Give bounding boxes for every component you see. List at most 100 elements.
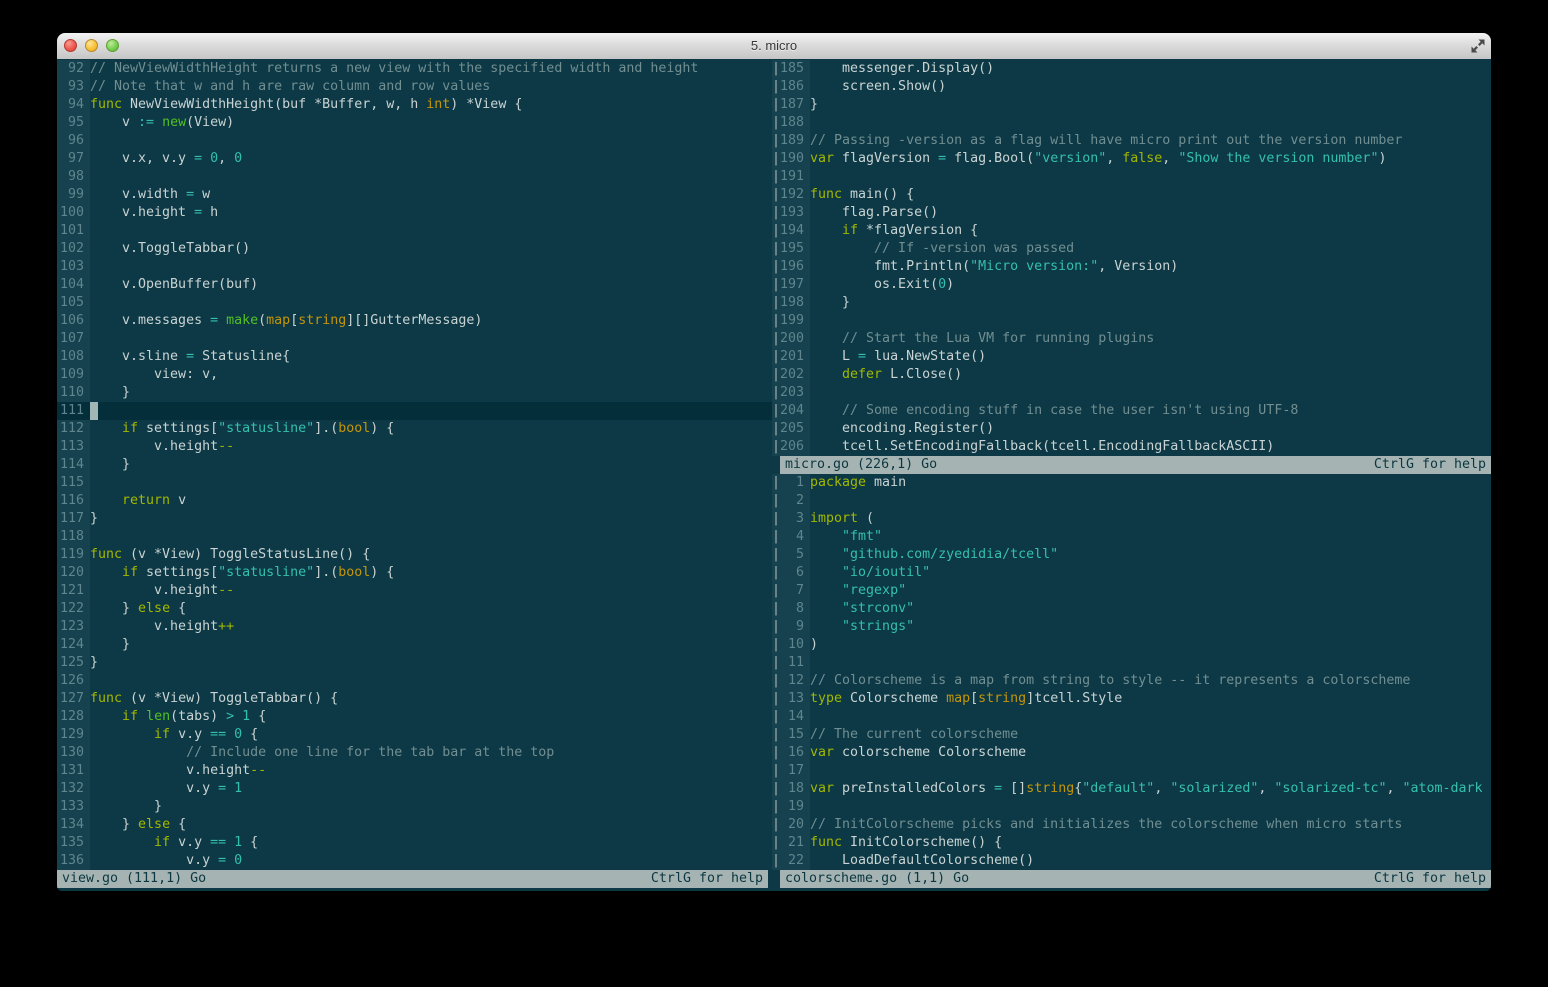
code-token: ==	[210, 835, 227, 850]
code-line[interactable]: | 194 if *flagVersion {	[772, 222, 1491, 240]
code-line[interactable]: | 7 "regexp"	[772, 582, 1491, 600]
code-line[interactable]: 111	[57, 402, 772, 420]
code-line[interactable]: 135 if v.y == 1 {	[57, 834, 772, 852]
editor-pane-view-go[interactable]: 92// NewViewWidthHeight returns a new vi…	[57, 60, 772, 870]
code-line[interactable]: | 190 var flagVersion = flag.Bool("version…	[772, 150, 1491, 168]
code-line[interactable]: | 193 flag.Parse()	[772, 204, 1491, 222]
code-line[interactable]: 100 v.height = h	[57, 204, 772, 222]
code-line[interactable]: | 202 defer L.Close()	[772, 366, 1491, 384]
code-line[interactable]: | 13 type Colorscheme map[string]tcell.Sty…	[772, 690, 1491, 708]
code-line[interactable]: 97 v.x, v.y = 0, 0	[57, 150, 772, 168]
code-token: , Version)	[1098, 259, 1179, 274]
code-line[interactable]: | 17	[772, 762, 1491, 780]
code-line[interactable]: 114 }	[57, 456, 772, 474]
code-line[interactable]: 116 return v	[57, 492, 772, 510]
code-line[interactable]: 105	[57, 294, 772, 312]
code-line[interactable]: 110 }	[57, 384, 772, 402]
code-line[interactable]: 127 func (v *View) ToggleTabbar() {	[57, 690, 772, 708]
code-line[interactable]: 123 v.height++	[57, 618, 772, 636]
code-line[interactable]: 118	[57, 528, 772, 546]
code-token: "version"	[1034, 151, 1107, 166]
code-line[interactable]: | 206 tcell.SetEncodingFallback(tcell.Enc…	[772, 438, 1491, 456]
code-line[interactable]: 109 view: v,	[57, 366, 772, 384]
code-line[interactable]: | 195 // If -version was passed	[772, 240, 1491, 258]
code-line[interactable]: 96	[57, 132, 772, 150]
code-line[interactable]: | 197 os.Exit(0)	[772, 276, 1491, 294]
code-line[interactable]: 102 v.ToggleTabbar()	[57, 240, 772, 258]
code-line[interactable]: | 192 func main() {	[772, 186, 1491, 204]
code-line[interactable]: 132 v.y = 1	[57, 780, 772, 798]
code-line[interactable]: 103	[57, 258, 772, 276]
code-line[interactable]: | 20// InitColorscheme picks and initiali…	[772, 816, 1491, 834]
code-line[interactable]: | 186 screen.Show()	[772, 78, 1491, 96]
code-line[interactable]: | 185 messenger.Display()	[772, 60, 1491, 78]
code-line[interactable]: 136 v.y = 0	[57, 852, 772, 870]
code-line[interactable]: | 3 import (	[772, 510, 1491, 528]
code-token: =	[218, 781, 227, 796]
code-line[interactable]: 92// NewViewWidthHeight returns a new vi…	[57, 60, 772, 78]
code-line[interactable]: 120 if settings["statusline"].(bool) {	[57, 564, 772, 582]
code-line[interactable]: | 14	[772, 708, 1491, 726]
code-line[interactable]: | 198 }	[772, 294, 1491, 312]
code-line[interactable]: | 4 "fmt"	[772, 528, 1491, 546]
code-line[interactable]: | 21 func InitColorscheme() {	[772, 834, 1491, 852]
code-line[interactable]: | 196 fmt.Println("Micro version:", Versi…	[772, 258, 1491, 276]
code-line[interactable]: | 205 encoding.Register()	[772, 420, 1491, 438]
code-line[interactable]: 121 v.height--	[57, 582, 772, 600]
code-line[interactable]: | 15// The current colorscheme	[772, 726, 1491, 744]
code-line[interactable]: | 9 "strings"	[772, 618, 1491, 636]
code-line[interactable]: | 188	[772, 114, 1491, 132]
code-line[interactable]: 128 if len(tabs) > 1 {	[57, 708, 772, 726]
code-line[interactable]: | 203	[772, 384, 1491, 402]
code-line[interactable]: 106 v.messages = make(map[string][]Gutte…	[57, 312, 772, 330]
code-line[interactable]: 99 v.width = w	[57, 186, 772, 204]
code-line[interactable]: 94 func NewViewWidthHeight(buf *Buffer, w…	[57, 96, 772, 114]
code-line[interactable]: 117}	[57, 510, 772, 528]
code-line[interactable]: | 6 "io/ioutil"	[772, 564, 1491, 582]
code-line[interactable]: 122 } else {	[57, 600, 772, 618]
code-token: // Colorscheme is a map from string to s…	[810, 673, 1411, 688]
editor-pane-colorscheme-go[interactable]: | 1 package main | 2 | 3 import (| 4 "fmt" | 5 "gi…	[772, 474, 1491, 870]
code-line[interactable]: 133 }	[57, 798, 772, 816]
code-line[interactable]: 124 }	[57, 636, 772, 654]
code-line[interactable]: 112 if settings["statusline"].(bool) {	[57, 420, 772, 438]
code-line[interactable]: | 16 var colorscheme Colorscheme	[772, 744, 1491, 762]
code-line[interactable]: 107	[57, 330, 772, 348]
code-line[interactable]: 126	[57, 672, 772, 690]
code-line[interactable]: 101	[57, 222, 772, 240]
code-line[interactable]: 129 if v.y == 0 {	[57, 726, 772, 744]
code-line[interactable]: 130 // Include one line for the tab bar …	[57, 744, 772, 762]
code-line[interactable]: | 1 package main	[772, 474, 1491, 492]
code-line[interactable]: | 191	[772, 168, 1491, 186]
code-line[interactable]: 98	[57, 168, 772, 186]
code-line[interactable]: | 200 // Start the Lua VM for running plu…	[772, 330, 1491, 348]
code-line[interactable]: | 187}	[772, 96, 1491, 114]
code-line[interactable]: 95 v := new(View)	[57, 114, 772, 132]
editor-pane-micro-go[interactable]: | 185 messenger.Display() | 186 screen.Show…	[772, 60, 1491, 456]
code-line[interactable]: | 8 "strconv"	[772, 600, 1491, 618]
code-line[interactable]: | 201 L = lua.NewState()	[772, 348, 1491, 366]
code-line[interactable]: | 22 LoadDefaultColorscheme()	[772, 852, 1491, 870]
code-line[interactable]: | 19	[772, 798, 1491, 816]
code-line[interactable]: | 18 var preInstalledColors = []string{"de…	[772, 780, 1491, 798]
code-token: var	[810, 151, 835, 166]
code-line[interactable]: | 10)	[772, 636, 1491, 654]
code-line[interactable]: 131 v.height--	[57, 762, 772, 780]
code-line[interactable]: | 189// Passing -version as a flag will h…	[772, 132, 1491, 150]
fullscreen-icon[interactable]	[1471, 39, 1485, 53]
code-line[interactable]: 108 v.sline = Statusline{	[57, 348, 772, 366]
code-line[interactable]: | 2	[772, 492, 1491, 510]
code-line[interactable]: | 12// Colorscheme is a map from string t…	[772, 672, 1491, 690]
code-line[interactable]: 134 } else {	[57, 816, 772, 834]
code-line[interactable]: 113 v.height--	[57, 438, 772, 456]
code-line[interactable]: 119 func (v *View) ToggleStatusLine() {	[57, 546, 772, 564]
code-line[interactable]: 115	[57, 474, 772, 492]
window-titlebar[interactable]: 5. micro	[57, 33, 1491, 60]
code-line[interactable]: 125}	[57, 654, 772, 672]
code-line[interactable]: | 11	[772, 654, 1491, 672]
code-line[interactable]: 93// Note that w and h are raw column an…	[57, 78, 772, 96]
code-line[interactable]: 104 v.OpenBuffer(buf)	[57, 276, 772, 294]
code-line[interactable]: | 204 // Some encoding stuff in case the …	[772, 402, 1491, 420]
code-line[interactable]: | 199	[772, 312, 1491, 330]
code-line[interactable]: | 5 "github.com/zyedidia/tcell"	[772, 546, 1491, 564]
